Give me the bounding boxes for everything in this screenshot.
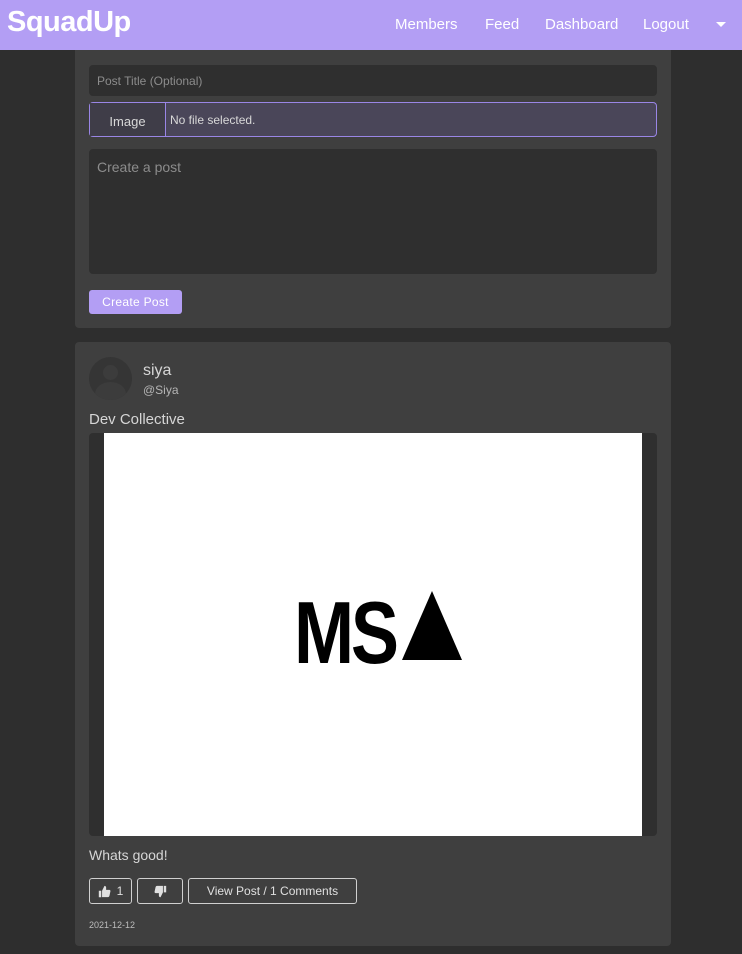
post-body-textarea[interactable]	[89, 149, 657, 274]
avatar[interactable]	[89, 357, 132, 400]
avatar-body-shape	[95, 382, 126, 400]
like-count: 1	[116, 884, 124, 898]
create-post-button[interactable]: Create Post	[89, 290, 182, 314]
post-title: Dev Collective	[89, 411, 185, 428]
msa-logo: MS	[294, 583, 462, 682]
msa-logo-letters: MS	[294, 583, 399, 682]
navbar: SquadUp Members Feed Dashboard Logout	[0, 0, 742, 50]
view-post-button[interactable]: View Post / 1 Comments	[188, 878, 357, 904]
post-date: 2021-12-12	[89, 920, 136, 930]
avatar-head-shape	[103, 365, 118, 380]
author-handle: @Siya	[143, 383, 179, 397]
image-upload-button[interactable]: Image	[90, 103, 166, 136]
chevron-down-icon[interactable]	[716, 22, 726, 27]
image-file-input[interactable]: Image No file selected.	[89, 102, 657, 137]
like-button[interactable]: 1	[89, 878, 132, 904]
dislike-button[interactable]	[137, 878, 183, 904]
nav-link-feed[interactable]: Feed	[485, 16, 519, 33]
create-post-card: Image No file selected. Create Post	[75, 50, 671, 328]
post-title-input[interactable]	[89, 65, 657, 96]
nav-link-members[interactable]: Members	[395, 16, 458, 33]
nav-link-dashboard[interactable]: Dashboard	[545, 16, 618, 33]
brand-logo[interactable]: SquadUp	[7, 6, 131, 39]
thumbs-up-icon	[98, 885, 111, 897]
triangle-icon	[402, 591, 462, 660]
post-card: siya @Siya Dev Collective MS Whats good!…	[75, 342, 671, 946]
post-image-frame: MS	[89, 433, 657, 836]
author-name[interactable]: siya	[143, 362, 171, 380]
file-status-text: No file selected.	[170, 112, 256, 127]
post-body-text: Whats good!	[89, 847, 168, 863]
post-image: MS	[104, 433, 642, 836]
nav-link-logout[interactable]: Logout	[643, 16, 689, 33]
thumbs-down-icon	[154, 885, 166, 897]
